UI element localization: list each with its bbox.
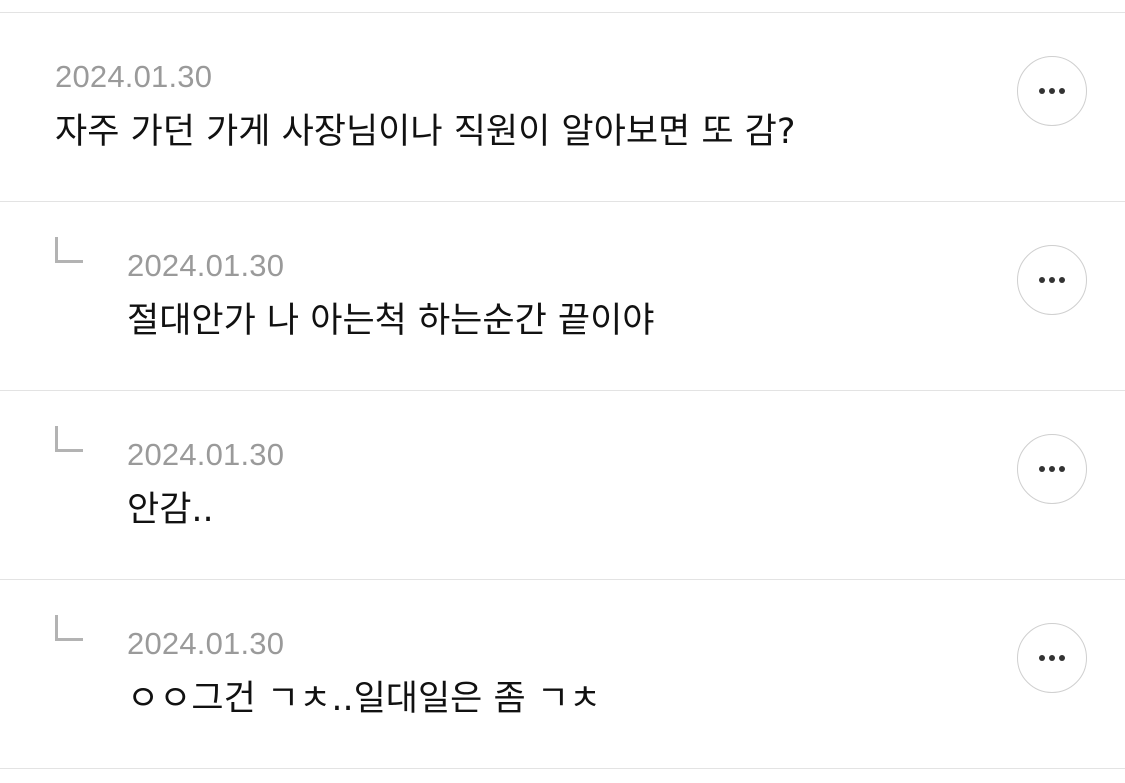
- comment-list: 2024.01.30 자주 가던 가게 사장님이나 직원이 알아보면 또 감? …: [0, 13, 1125, 769]
- comment-body: 2024.01.30 자주 가던 가게 사장님이나 직원이 알아보면 또 감?: [55, 59, 795, 153]
- more-options-button[interactable]: [1017, 623, 1087, 693]
- comment-date: 2024.01.30: [127, 248, 285, 283]
- more-options-button[interactable]: [1017, 56, 1087, 126]
- more-horizontal-icon: [1039, 277, 1065, 283]
- comment-text: 자주 가던 가게 사장님이나 직원이 알아보면 또 감?: [55, 112, 796, 152]
- reply-arrow-icon: [55, 426, 83, 452]
- comment-text: 안감..: [127, 490, 214, 530]
- more-horizontal-icon: [1039, 655, 1065, 661]
- comment-date: 2024.01.30: [55, 59, 213, 94]
- comment-date: 2024.01.30: [127, 437, 285, 472]
- comment-body: 2024.01.30 절대안가 나 아는척 하는순간 끝이야: [127, 248, 655, 342]
- comment-body: 2024.01.30 ㅇㅇ그건 ㄱㅊ..일대일은 좀 ㄱㅊ: [127, 626, 601, 720]
- reply-arrow-icon: [55, 615, 83, 641]
- more-horizontal-icon: [1039, 466, 1065, 472]
- reply-arrow-icon: [55, 237, 83, 263]
- more-options-button[interactable]: [1017, 245, 1087, 315]
- comment-item: 2024.01.30 자주 가던 가게 사장님이나 직원이 알아보면 또 감?: [0, 13, 1125, 202]
- more-options-button[interactable]: [1017, 434, 1087, 504]
- comment-body: 2024.01.30 안감..: [127, 437, 284, 531]
- reply-item: 2024.01.30 ㅇㅇ그건 ㄱㅊ..일대일은 좀 ㄱㅊ: [0, 580, 1125, 769]
- reply-item: 2024.01.30 절대안가 나 아는척 하는순간 끝이야: [0, 202, 1125, 391]
- reply-item: 2024.01.30 안감..: [0, 391, 1125, 580]
- comment-text: 절대안가 나 아는척 하는순간 끝이야: [127, 301, 655, 341]
- more-horizontal-icon: [1039, 88, 1065, 94]
- comment-date: 2024.01.30: [127, 626, 285, 661]
- comment-text: ㅇㅇ그건 ㄱㅊ..일대일은 좀 ㄱㅊ: [127, 679, 602, 719]
